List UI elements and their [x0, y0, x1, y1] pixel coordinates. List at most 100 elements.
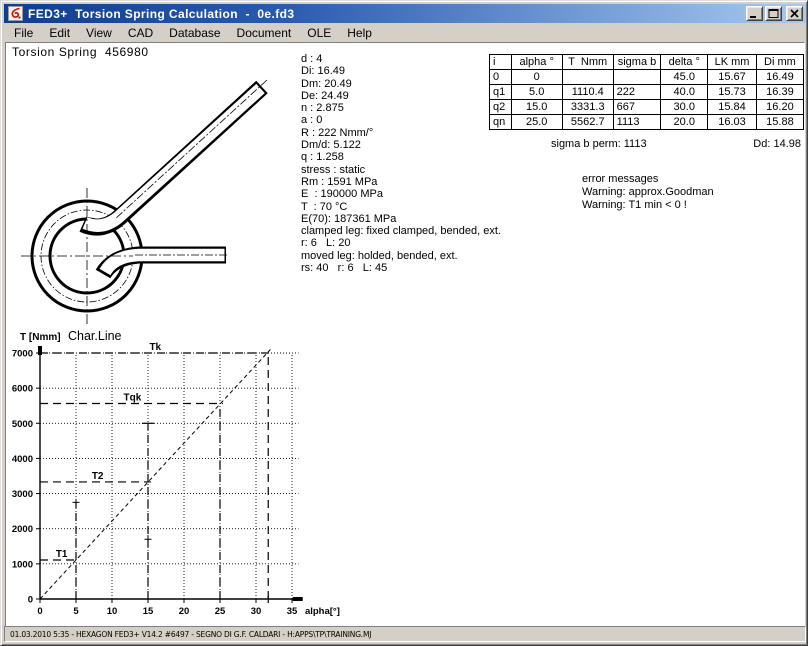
dd-value: Dd: 14.98	[753, 138, 801, 150]
table-cell: q1	[490, 85, 512, 100]
torque-label-T1: T1	[56, 549, 68, 560]
parameter-line: Dm/d: 5.122	[301, 139, 501, 151]
chart-title: Char.Line	[68, 329, 122, 343]
y-tick-label: 4000	[12, 454, 33, 465]
table-cell: 15.67	[708, 70, 757, 85]
table-cell: 25.0	[511, 115, 562, 130]
table-cell: 5.0	[511, 85, 562, 100]
table-cell: 3331.3	[562, 100, 613, 115]
table-cell: 16.20	[756, 100, 803, 115]
torsion-spring-drawing	[11, 58, 293, 328]
parameter-list: d : 4Di: 16.49Dm: 20.49De: 24.49n : 2.87…	[301, 53, 501, 274]
parameter-line: E : 190000 MPa	[301, 188, 501, 200]
menu-item-view[interactable]: View	[78, 25, 120, 41]
y-tick-label: 3000	[12, 489, 33, 500]
x-tick-label: 30	[251, 606, 262, 617]
x-tick-label: 10	[107, 606, 118, 617]
table-cell: qn	[490, 115, 512, 130]
table-row: 00 45.015.6716.49	[490, 70, 804, 85]
menu-item-database[interactable]: Database	[161, 25, 228, 41]
menu-item-file[interactable]: File	[6, 25, 41, 41]
minimize-button[interactable]	[746, 6, 763, 21]
maximize-button[interactable]	[765, 6, 782, 21]
status-text: 01.03.2010 5:35 - HEXAGON FED3+ V14.2 #6…	[5, 630, 371, 639]
char-line-chart: T1T2TqkTk0100020003000400050006000700005…	[6, 326, 376, 628]
table-header-cell: Di mm	[756, 55, 803, 70]
spring-title: Torsion Spring 456980	[12, 45, 149, 59]
y-axis-end-cap	[38, 346, 42, 355]
warning-message: Warning: T1 min < 0 !	[582, 199, 714, 212]
parameter-line: rs: 40 r: 6 L: 45	[301, 262, 501, 274]
parameter-line: R : 222 Nmm/°	[301, 127, 501, 139]
table-cell: 1110.4	[562, 85, 613, 100]
title-bar[interactable]: FED3+ Torsion Spring Calculation - 0e.fd…	[4, 4, 806, 23]
parameter-line: q : 1.258	[301, 151, 501, 163]
parameter-line: De: 24.49	[301, 90, 501, 102]
error-messages: error messages Warning: approx.GoodmanWa…	[582, 173, 714, 212]
table-cell	[613, 70, 661, 85]
table-cell: 222	[613, 85, 661, 100]
torque-label-T2: T2	[92, 471, 104, 482]
table-cell: 20.0	[661, 115, 708, 130]
sigma-b-perm-value: sigma b perm: 1113	[551, 138, 647, 150]
table-cell: 15.88	[756, 115, 803, 130]
error-messages-heading: error messages	[582, 173, 714, 186]
y-tick-label: 7000	[12, 349, 33, 360]
parameter-line: E(70): 187361 MPa	[301, 213, 501, 225]
table-cell: 16.49	[756, 70, 803, 85]
menu-item-document[interactable]: Document	[229, 25, 300, 41]
table-row: qn25.05562.7111320.016.0315.88	[490, 115, 804, 130]
table-cell: 30.0	[661, 100, 708, 115]
table-cell: 0	[511, 70, 562, 85]
y-tick-label: 2000	[12, 524, 33, 535]
menu-item-ole[interactable]: OLE	[299, 25, 339, 41]
parameter-line: n : 2.875	[301, 102, 501, 114]
x-axis-end-cap	[293, 597, 303, 601]
parameter-line: Rm : 1591 MPa	[301, 176, 501, 188]
table-footer: sigma b perm: 1113 Dd: 14.98	[489, 138, 803, 150]
table-header-cell: alpha °	[511, 55, 562, 70]
parameter-line: Dm: 20.49	[301, 78, 501, 90]
close-icon[interactable]	[786, 6, 803, 21]
parameter-line: clamped leg: fixed clamped, bended, ext.	[301, 225, 501, 237]
table-header-cell: i	[490, 55, 512, 70]
y-tick-label: 6000	[12, 384, 33, 395]
y-tick-label: 0	[28, 595, 33, 606]
document-area: Torsion Spring 456980 d : 4Di: 16.49Dm: …	[5, 42, 805, 628]
menu-item-cad[interactable]: CAD	[120, 25, 161, 41]
table-row: q15.01110.422240.015.7316.39	[490, 85, 804, 100]
parameter-line: Di: 16.49	[301, 65, 501, 77]
parameter-line: moved leg: holded, bended, ext.	[301, 250, 501, 262]
app-window: FED3+ Torsion Spring Calculation - 0e.fd…	[0, 0, 808, 646]
table-cell: 16.03	[708, 115, 757, 130]
table-cell: 1113	[613, 115, 661, 130]
parameter-line: d : 4	[301, 53, 501, 65]
menu-bar: FileEditViewCADDatabaseDocumentOLEHelp	[4, 23, 806, 42]
app-logo-icon	[8, 6, 23, 21]
table-row: q215.03331.366730.015.8416.20	[490, 100, 804, 115]
table-cell: q2	[490, 100, 512, 115]
x-tick-label: 20	[179, 606, 190, 617]
y-tick-label: 5000	[12, 419, 33, 430]
menu-item-edit[interactable]: Edit	[41, 25, 78, 41]
menu-item-help[interactable]: Help	[339, 25, 380, 41]
table-header-cell: LK mm	[708, 55, 757, 70]
table-cell: 16.39	[756, 85, 803, 100]
table-cell: 0	[490, 70, 512, 85]
x-tick-label: 5	[73, 606, 79, 617]
table-cell: 15.0	[511, 100, 562, 115]
table-header-cell: delta °	[661, 55, 708, 70]
torque-label-Tk: Tk	[149, 342, 161, 353]
torque-label-Tqk: Tqk	[124, 393, 142, 404]
table-header-cell: sigma b	[613, 55, 661, 70]
table-cell: 15.73	[708, 85, 757, 100]
char-line	[40, 349, 270, 599]
x-axis-label: alpha[°]	[305, 606, 340, 617]
parameter-line: stress : static	[301, 164, 501, 176]
parameter-line: r: 6 L: 20	[301, 237, 501, 249]
parameter-line: T : 70 °C	[301, 201, 501, 213]
x-tick-label: 15	[143, 606, 154, 617]
x-tick-label: 0	[37, 606, 42, 617]
x-tick-label: 25	[215, 606, 226, 617]
table-cell: 15.84	[708, 100, 757, 115]
